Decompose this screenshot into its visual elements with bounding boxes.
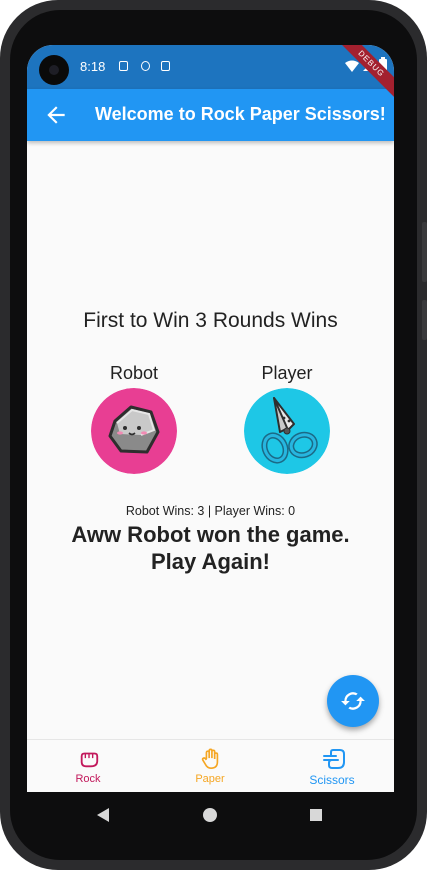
player-scissors-avatar: [244, 388, 330, 474]
nav-label-scissors: Scissors: [309, 773, 355, 787]
result-message: Aww Robot won the game. Play Again!: [27, 521, 394, 575]
power-button: [422, 300, 427, 340]
sd-card-icon: [161, 61, 170, 71]
system-home-icon[interactable]: [203, 808, 217, 822]
back-arrow-icon[interactable]: [43, 102, 69, 128]
volume-button: [422, 222, 427, 282]
system-back-icon[interactable]: [97, 808, 109, 822]
app-screen: 8:18 Welcome to Rock Paper Scissors! DEB…: [27, 45, 394, 792]
page-title: Welcome to Rock Paper Scissors!: [95, 104, 386, 124]
robot-rock-avatar: [91, 388, 177, 474]
debug-banner-corner: DEBUG: [334, 45, 394, 105]
bottom-navigation: Rock Paper Scissors: [27, 739, 394, 792]
hand-paper-icon: [201, 748, 219, 769]
hand-rock-icon: [80, 752, 99, 768]
hand-scissors-icon: [323, 749, 345, 769]
status-time: 8:18: [80, 59, 106, 74]
robot-label: Robot: [109, 363, 159, 383]
nav-label-paper: Paper: [195, 773, 225, 785]
notification-icon: [119, 61, 128, 71]
camera-cutout: [39, 55, 69, 85]
restart-button[interactable]: [327, 675, 379, 727]
result-line-2: Play Again!: [151, 549, 270, 574]
nav-label-rock: Rock: [75, 773, 101, 785]
system-navigation-bar: [27, 792, 394, 838]
score-text: Robot Wins: 3 | Player Wins: 0: [125, 504, 296, 518]
system-recents-icon[interactable]: [310, 809, 322, 821]
debug-banner: DEBUG: [334, 45, 394, 101]
game-rule-heading: First to Win 3 Rounds Wins: [83, 309, 338, 332]
nav-item-rock[interactable]: Rock: [28, 740, 148, 792]
player-label: Player: [261, 363, 313, 383]
sync-icon: [141, 61, 150, 71]
refresh-icon: [341, 692, 365, 710]
result-line-1: Aww Robot won the game.: [71, 522, 350, 547]
nav-item-scissors[interactable]: Scissors: [272, 740, 392, 792]
nav-item-paper[interactable]: Paper: [150, 740, 270, 792]
